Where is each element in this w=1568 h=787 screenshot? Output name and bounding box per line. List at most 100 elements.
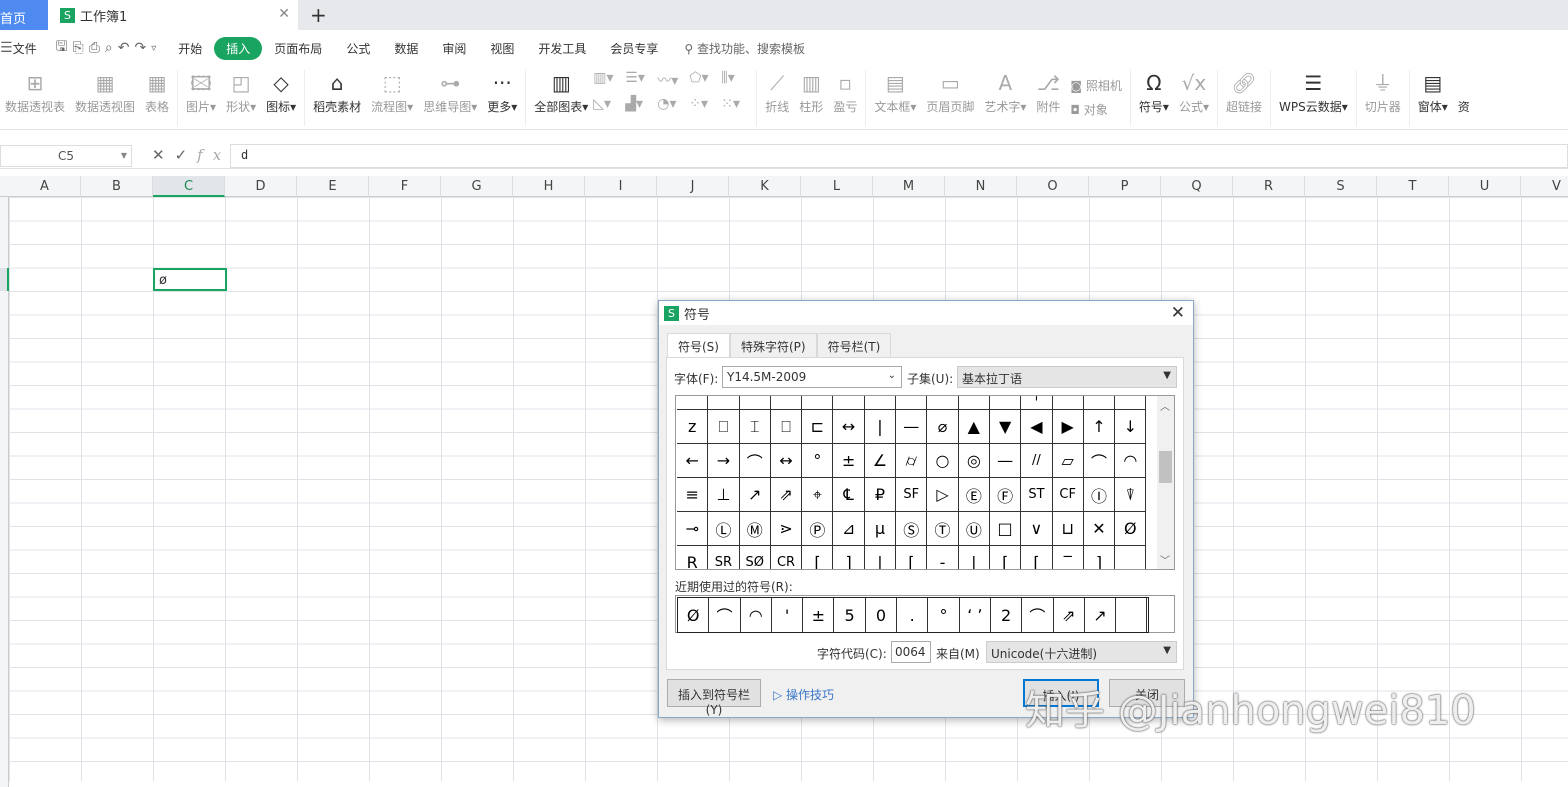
symbol-cell[interactable]: ℄ [833,478,865,512]
equation-button[interactable]: √x 公式▾ [1174,66,1214,115]
confirm-icon[interactable]: ✓ [175,146,198,164]
recent-symbol-cell[interactable]: 0 [866,598,898,632]
symbol-cell[interactable]: ⌖ [802,478,834,512]
symbol-cell[interactable]: ⊏ [802,410,834,444]
camera-button[interactable]: ◙ 照相机 [1070,74,1121,98]
tab-home[interactable]: 首页 [0,0,48,30]
form-button[interactable]: ▤ 窗体▾ [1413,66,1453,115]
hyperlink-button[interactable]: 🔗︎ 超链接 [1221,66,1267,115]
symbol-cell[interactable]: — [896,410,928,444]
column-header[interactable]: T [1377,176,1449,197]
sparkline-line-button[interactable]: ⟋ 折线 [760,66,794,115]
symbol-cell[interactable]: ≡ [677,478,709,512]
symbol-cell[interactable]: ◀ [1021,410,1053,444]
recent-symbol-cell[interactable]: 5 [834,598,866,632]
more-button[interactable]: ··· 更多▾ [482,66,522,115]
recent-symbol-cell[interactable]: ʻ ʼ [960,598,991,632]
symbol-cell[interactable]: Ⓘ [1083,478,1116,512]
file-menu[interactable]: 文件 [13,40,37,57]
symbol-cell[interactable]: CF [1052,478,1084,512]
column-chart-icon[interactable]: ▥▾ [593,70,625,90]
tips-link[interactable]: ▷ 操作技巧 [773,686,834,703]
column-header[interactable]: G [441,176,513,197]
column-header[interactable]: I [585,176,657,197]
menu-tab[interactable]: 开发工具 [526,37,598,60]
column-header[interactable]: B [81,176,153,197]
fx-icon[interactable]: fx [197,146,231,164]
symbol-cell[interactable]: Ⓤ [958,512,990,546]
symbol-cell[interactable]: ⊔ [1052,512,1084,546]
print-icon[interactable]: ⎙ [89,40,100,56]
subset-select[interactable]: 基本拉丁语 ▼ [957,366,1177,388]
column-header[interactable]: M [873,176,945,197]
column-header[interactable]: K [729,176,801,197]
scatter-chart-icon[interactable]: ⁘▾ [689,96,721,112]
column-header[interactable]: P [1089,176,1161,197]
line-chart-icon[interactable]: 〰▾ [657,70,689,90]
recent-symbol-cell[interactable]: ° [928,598,960,632]
symbol-cell[interactable]: | [864,410,897,444]
symbol-cell[interactable]: ▼ [989,410,1022,444]
font-select[interactable]: Y14.5M-2009 ⌄ [722,366,902,388]
symbol-cell[interactable]: Ⓕ [989,478,1022,512]
redo-icon[interactable]: ↷ [135,40,147,56]
column-header[interactable]: F [369,176,441,197]
symbol-cell[interactable]: ▱ [1052,444,1084,478]
column-header[interactable]: H [513,176,585,197]
customize-dropdown-icon[interactable]: ▿ [151,43,156,54]
symbol-cell[interactable]: ⌭ [896,444,928,478]
symbol-cell[interactable]: ˌ [1021,396,1053,410]
recent-symbol-cell[interactable]: 2 [991,598,1023,632]
menu-tab[interactable]: 视图 [478,37,526,60]
symbol-button[interactable]: Ω 符号▾ [1134,66,1174,115]
symbol-cell[interactable]: ST [1021,478,1053,512]
selected-cell-c5[interactable]: ø [153,268,227,291]
symbol-cell[interactable]: ˇ [802,396,834,410]
symbol-cell[interactable]: ˝ [1052,396,1084,410]
resource-button[interactable]: 资 [1453,66,1475,115]
column-header[interactable]: O [1017,176,1089,197]
column-header[interactable]: J [657,176,729,197]
symbol-cell[interactable]: // [1021,444,1053,478]
symbol-cell[interactable]: ⌀ [927,410,959,444]
radar-chart-icon[interactable]: ⬠▾ [689,70,721,90]
save-icon[interactable]: 🖫 [56,36,68,60]
symbol-cell[interactable]: ⌈ [990,546,1022,569]
column-header[interactable]: V [1521,176,1568,197]
row-header-5[interactable] [0,268,9,291]
symbol-cell[interactable]: Ⓜ [739,512,771,546]
symbol-cell[interactable]: ¨ [1083,396,1116,410]
column-header[interactable]: L [801,176,873,197]
symbol-cell[interactable]: CR [771,546,803,569]
symbol-cell[interactable]: SR [708,546,740,569]
preview-icon[interactable]: ⌕ [105,40,113,56]
symbol-cell[interactable]: ⌶ [739,410,771,444]
recent-symbol-cell[interactable]: ' [772,598,804,632]
close-icon[interactable]: ✕ [278,6,290,22]
column-header[interactable]: N [945,176,1017,197]
bubble-chart-icon[interactable]: ⁙▾ [721,96,753,112]
insert-to-symbol-bar-button[interactable]: 插入到符号栏(Y) [667,679,761,717]
pivot-chart-button[interactable]: ▦ 数据透视图 [70,66,140,115]
symbol-cell[interactable]: ↔ [833,410,865,444]
symbol-cell[interactable]: ⊥ [708,478,740,512]
symbol-cell[interactable]: ⎕ [708,410,740,444]
symbol-cell[interactable]: ⌐ [833,396,865,410]
scroll-down-icon[interactable]: ﹀ [1160,552,1170,567]
object-button[interactable]: ◘ 对象 [1070,98,1107,122]
docer-material-button[interactable]: ⌂ 稻壳素材 [308,66,366,115]
scroll-thumb[interactable] [1159,451,1172,483]
symbol-cell[interactable]: ⎕ [770,410,803,444]
formula-input[interactable]: d [230,144,1568,168]
symbol-cell[interactable]: ° [802,444,834,478]
symbol-cell[interactable]: ¬ [864,396,897,410]
sparkline-column-button[interactable]: ▥ 柱形 [794,66,828,115]
symbol-cell[interactable]: — [989,444,1022,478]
recent-symbol-cell[interactable]: ± [803,598,835,632]
bar-chart-icon[interactable]: ☰▾ [625,70,657,90]
symbol-cell[interactable]: ▲ [958,410,990,444]
symbol-cell[interactable]: ◠ [1115,444,1147,478]
symbol-cell[interactable]: ◎ [958,444,990,478]
combo-chart-icon[interactable]: ▟▾ [625,96,657,112]
recent-symbol-cell[interactable]: ⇗ [1054,598,1085,632]
